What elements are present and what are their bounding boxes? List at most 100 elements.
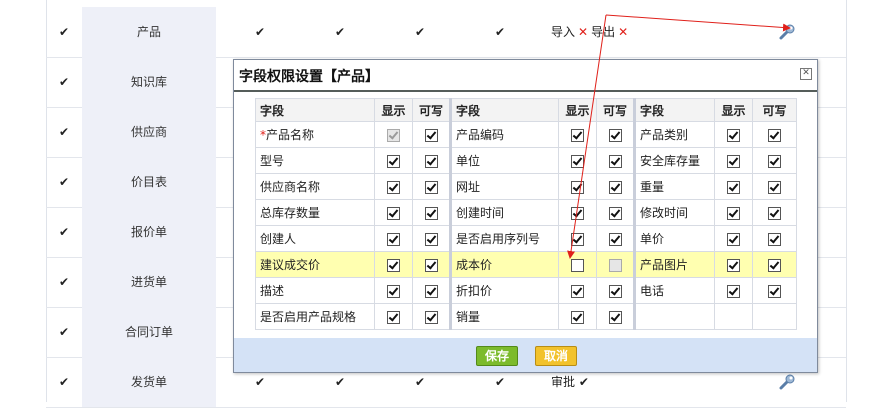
- write-checkbox[interactable]: [424, 232, 438, 246]
- x-mark-icon[interactable]: ✕: [618, 25, 628, 39]
- show-checkbox[interactable]: [727, 154, 740, 168]
- write-checkbox[interactable]: [424, 206, 438, 220]
- permission-check-mark: ✔: [254, 25, 266, 39]
- dialog-title-bar: 字段权限设置【产品】 ✕: [234, 60, 817, 92]
- field-name: 产品编码: [456, 128, 505, 142]
- write-checkbox[interactable]: [608, 310, 622, 324]
- field-name: 创建人: [260, 232, 297, 246]
- show-checkbox[interactable]: [387, 180, 400, 194]
- write-cell: [752, 121, 797, 148]
- module-name: 进货单: [82, 257, 216, 307]
- show-checkbox[interactable]: [571, 310, 584, 324]
- write-checkbox[interactable]: [768, 232, 781, 246]
- write-checkbox[interactable]: [768, 206, 781, 220]
- show-checkbox[interactable]: [571, 206, 584, 220]
- show-checkbox[interactable]: [387, 284, 400, 298]
- field-name: 创建时间: [456, 206, 505, 220]
- write-checkbox[interactable]: [424, 284, 438, 298]
- show-checkbox[interactable]: [571, 232, 584, 246]
- show-checkbox[interactable]: [571, 154, 584, 168]
- show-checkbox[interactable]: [727, 232, 740, 246]
- field-label: 安全库存量: [634, 147, 715, 174]
- show-checkbox[interactable]: [387, 310, 400, 324]
- row-check-mark: ✔: [58, 225, 70, 239]
- write-checkbox[interactable]: [608, 180, 622, 194]
- field-name: 重量: [640, 180, 665, 194]
- field-label: 描述: [255, 277, 375, 304]
- write-checkbox[interactable]: [608, 154, 622, 168]
- grid-header-row: 字段 显示 可写 字段 显示 可写 字段 显示 可写: [255, 98, 797, 122]
- module-name: 产品: [82, 7, 216, 57]
- header-write: 可写: [752, 98, 797, 122]
- field-name: 折扣价: [456, 284, 493, 298]
- write-checkbox[interactable]: [424, 310, 438, 324]
- write-checkbox[interactable]: [768, 154, 781, 168]
- x-mark-icon[interactable]: ✕: [578, 25, 588, 39]
- module-name: 合同订单: [82, 307, 216, 357]
- show-checkbox[interactable]: [727, 128, 740, 142]
- export-label[interactable]: 导出: [591, 25, 615, 39]
- show-checkbox[interactable]: [727, 180, 740, 194]
- write-cell: [412, 147, 452, 174]
- show-cell: [558, 121, 597, 148]
- header-show: 显示: [558, 98, 597, 122]
- module-name: 报价单: [82, 207, 216, 257]
- write-checkbox[interactable]: [768, 284, 781, 298]
- write-cell: [412, 277, 452, 304]
- write-checkbox[interactable]: [768, 258, 781, 272]
- show-checkbox[interactable]: [727, 258, 740, 272]
- write-checkbox[interactable]: [768, 128, 781, 142]
- close-icon[interactable]: ✕: [800, 68, 812, 80]
- show-checkbox[interactable]: [571, 258, 584, 272]
- field-name: 网址: [456, 180, 481, 194]
- show-checkbox[interactable]: [571, 284, 584, 298]
- write-checkbox[interactable]: [608, 206, 622, 220]
- show-cell: [558, 225, 597, 252]
- show-cell: [558, 173, 597, 200]
- show-cell: [714, 173, 753, 200]
- show-cell: [714, 225, 753, 252]
- write-checkbox[interactable]: [424, 258, 438, 272]
- show-cell: [558, 277, 597, 304]
- write-checkbox[interactable]: [424, 180, 438, 194]
- write-checkbox[interactable]: [608, 232, 622, 246]
- write-checkbox[interactable]: [424, 154, 438, 168]
- show-cell: [558, 251, 597, 278]
- show-cell: [714, 147, 753, 174]
- header-field: 字段: [450, 98, 559, 122]
- approve-check-mark: ✔: [578, 375, 589, 389]
- row-check-mark: ✔: [58, 275, 70, 289]
- field-label: 总库存数量: [255, 199, 375, 226]
- write-checkbox[interactable]: [608, 128, 622, 142]
- cancel-button[interactable]: 取消: [535, 346, 577, 366]
- field-name: 供应商名称: [260, 180, 321, 194]
- show-cell: [714, 121, 753, 148]
- write-cell: [752, 147, 797, 174]
- show-cell: [714, 199, 753, 226]
- show-checkbox[interactable]: [727, 206, 740, 220]
- show-checkbox[interactable]: [387, 206, 400, 220]
- import-label[interactable]: 导入: [551, 25, 575, 39]
- write-cell: [752, 277, 797, 304]
- write-cell: [596, 303, 636, 330]
- field-label: [634, 303, 715, 330]
- header-show: 显示: [714, 98, 753, 122]
- field-label: 成本价: [450, 251, 559, 278]
- show-checkbox[interactable]: [727, 284, 740, 298]
- field-label: 网址: [450, 173, 559, 200]
- show-checkbox[interactable]: [571, 128, 584, 142]
- show-checkbox[interactable]: [571, 180, 584, 194]
- write-checkbox[interactable]: [424, 128, 438, 142]
- write-checkbox[interactable]: [768, 180, 781, 194]
- wrench-icon[interactable]: [778, 7, 798, 57]
- approve-label[interactable]: 审批: [551, 375, 575, 389]
- field-row: 创建人 是否启用序列号 单价: [255, 225, 797, 252]
- field-name: 电话: [640, 284, 665, 298]
- field-label: 电话: [634, 277, 715, 304]
- show-checkbox[interactable]: [387, 258, 400, 272]
- write-checkbox[interactable]: [608, 284, 622, 298]
- show-checkbox[interactable]: [387, 232, 400, 246]
- save-button[interactable]: 保存: [476, 346, 518, 366]
- show-checkbox[interactable]: [387, 154, 400, 168]
- show-cell: [374, 303, 413, 330]
